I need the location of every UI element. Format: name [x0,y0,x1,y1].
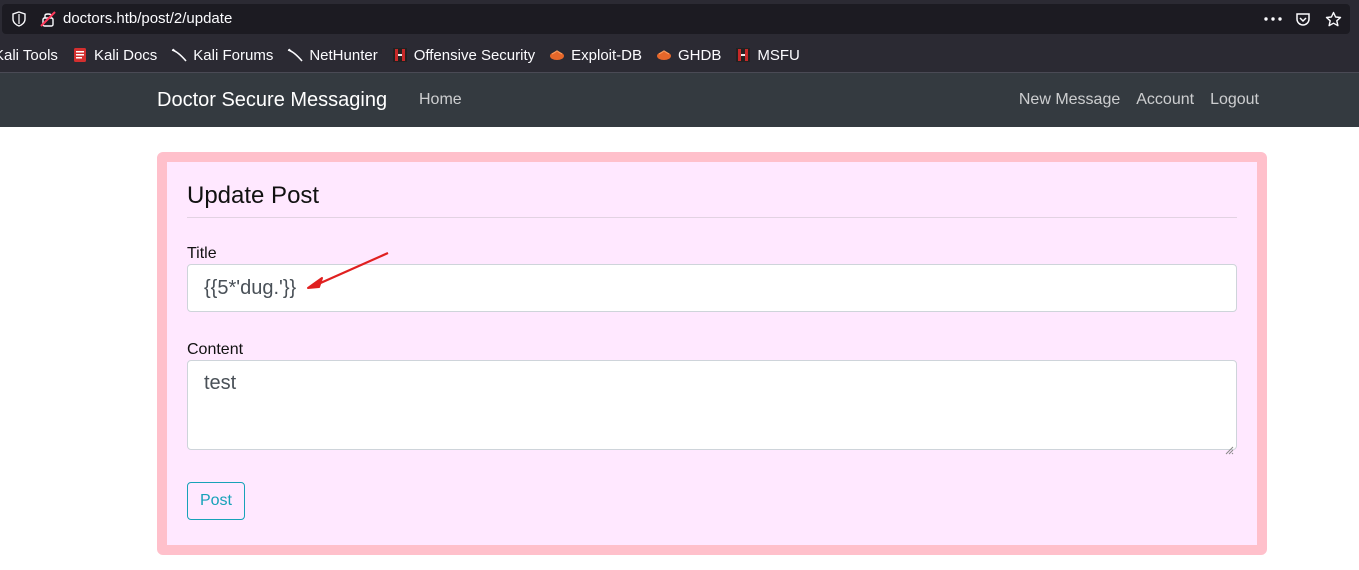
bookmark-star-icon[interactable] [1324,4,1342,34]
bookmark-label: Kali Forums [193,46,274,64]
offsec-icon [392,47,408,63]
content-label: Content [187,341,244,358]
bookmark-ghdb[interactable]: GHDB [649,38,728,72]
more-actions-icon[interactable] [1264,4,1282,34]
browser-toolbar: doctors.htb/post/2/update [0,0,1359,38]
bookmark-msfu[interactable]: MSFU [728,38,807,72]
form-legend: Update Post [187,176,1237,218]
bookmark-label: MSFU [757,46,800,64]
content-textarea[interactable]: test [187,360,1237,455]
bookmark-label: GHDB [678,46,722,64]
resize-handle-icon[interactable] [1224,437,1234,455]
insecure-lock-icon[interactable] [38,4,58,34]
kali-docs-icon [72,47,88,63]
title-label: Title [187,245,217,262]
bookmark-label: Kali Docs [93,46,158,64]
address-bar[interactable]: doctors.htb/post/2/update [2,4,1350,34]
nav-account-link[interactable]: Account [1136,91,1194,109]
bookmarks-toolbar: Kali Tools Kali Docs Kali Forums NetHunt… [0,38,1359,72]
kali-dragon-icon [171,47,187,63]
bookmark-label: NetHunter [309,46,378,64]
bookmark-nethunter[interactable]: NetHunter [280,38,384,72]
nav-logout-link[interactable]: Logout [1210,91,1259,109]
exploitdb-icon [656,47,672,63]
bookmark-kali-tools[interactable]: Kali Tools [0,38,65,72]
bookmark-exploit-db[interactable]: Exploit-DB [542,38,649,72]
nav-home-link[interactable]: Home [419,73,462,127]
post-submit-button[interactable]: Post [187,482,245,520]
offsec-icon [735,47,751,63]
kali-dragon-icon [287,47,303,63]
bookmark-kali-docs[interactable]: Kali Docs [65,38,164,72]
pocket-icon[interactable] [1294,4,1312,34]
nav-right-links: New Message Account Logout [1019,73,1259,127]
site-brand[interactable]: Doctor Secure Messaging [157,73,387,127]
shield-icon[interactable] [10,4,28,34]
bookmark-kali-forums[interactable]: Kali Forums [164,38,280,72]
bookmark-label: Exploit-DB [571,46,643,64]
url-text[interactable]: doctors.htb/post/2/update [63,4,232,34]
update-post-card: Update Post Title {{5*'dug.'}} Content t… [157,152,1267,555]
site-navbar: Doctor Secure Messaging Home New Message… [0,72,1359,127]
bookmark-label: Kali Tools [0,46,58,64]
bookmark-offensive-security[interactable]: Offensive Security [385,38,542,72]
bookmark-label: Offensive Security [413,46,536,64]
exploitdb-icon [549,47,565,63]
title-input[interactable]: {{5*'dug.'}} [187,264,1237,312]
content-text: test [204,372,237,394]
nav-new-message-link[interactable]: New Message [1019,91,1120,109]
